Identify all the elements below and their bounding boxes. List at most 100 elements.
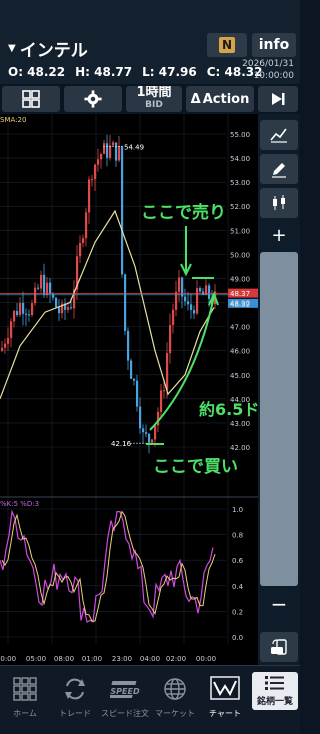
candle-body [193, 310, 196, 314]
low-marker-label: 42.16 [111, 440, 132, 448]
header: ▼ インテル N info 2026/01/31 O: 48.22 H: 48.… [0, 0, 300, 84]
indicator-button[interactable] [260, 120, 298, 150]
candle-body [97, 159, 100, 165]
candle-body [13, 310, 16, 322]
candle-body [37, 287, 40, 289]
chart-icon [210, 676, 240, 700]
candle-body [151, 439, 154, 443]
candle-body [166, 353, 169, 391]
price-tick: 49.00 [230, 275, 250, 283]
candle-type-button[interactable] [260, 188, 298, 218]
candle-body [169, 325, 172, 354]
zoom-out-button[interactable]: − [260, 592, 298, 616]
candle-body [145, 432, 148, 434]
osc-tick: 0.4 [232, 583, 244, 591]
interval-sub: BID [145, 100, 163, 110]
nav-speed[interactable]: SPEED スピード注文 [100, 666, 150, 734]
candle-body [202, 291, 205, 295]
nav-label: トレード [59, 709, 91, 718]
info-button[interactable]: info [252, 33, 296, 57]
candle-body [121, 146, 124, 275]
action-button[interactable]: Δ Action [186, 86, 254, 112]
interval-button[interactable]: 1時間 BID [126, 86, 182, 112]
candle-body [172, 309, 175, 326]
oscillator-label: %K:5 %D:3 [0, 500, 39, 508]
time-tick: 23:00 [112, 655, 132, 663]
gear-icon [84, 90, 102, 108]
symbol-selector[interactable]: ▼ インテル [8, 36, 88, 61]
symbol-title: インテル [19, 41, 88, 61]
interval-label: 1時間 [136, 86, 172, 100]
candle-body [52, 293, 55, 298]
nav-symbol-list[interactable]: 銘柄一覧 [252, 672, 298, 710]
nav-label: マーケット [155, 709, 195, 718]
candle-body [100, 153, 103, 160]
candle-body [58, 307, 61, 314]
candle-body [142, 428, 145, 433]
trade-icon [65, 678, 85, 700]
zoom-in-button[interactable]: + [260, 220, 298, 250]
high-value: H: 48.77 [75, 65, 133, 79]
candle-body [31, 303, 34, 316]
candle-body [46, 282, 49, 296]
nav-home[interactable]: ホーム [0, 666, 50, 734]
candle-body [196, 288, 199, 314]
play-button[interactable] [258, 86, 298, 112]
speed-icon: SPEED [110, 681, 140, 698]
price-tick: 50.00 [230, 251, 250, 259]
time-tick: 08:00 [54, 655, 74, 663]
low-value: L: 47.96 [142, 65, 197, 79]
candle-body [199, 288, 202, 292]
minus-icon: − [270, 592, 288, 616]
news-button[interactable]: N [207, 33, 247, 57]
settings-button[interactable] [64, 86, 122, 112]
candle-body [130, 360, 133, 379]
candle-body [91, 179, 94, 181]
candle-body [178, 277, 181, 292]
nav-market[interactable]: マーケット [150, 666, 200, 734]
candle-body [67, 307, 70, 310]
bottom-navigation: ホーム トレード SPEED スピード注文 マーケット チャート 銘柄一覧 [0, 665, 300, 734]
nav-chart[interactable]: チャート [200, 666, 250, 734]
price-tick: 42.00 [230, 444, 250, 452]
time-label: 10:00:00 [253, 71, 294, 81]
layout-button[interactable] [2, 86, 60, 112]
time-tick: 05:00 [26, 655, 46, 663]
plus-icon: + [271, 224, 287, 246]
price-tick: 54.00 [230, 155, 250, 163]
svg-text:SPEED: SPEED [110, 687, 140, 696]
candle-body [208, 285, 211, 299]
chart-indicator-icon [270, 128, 287, 143]
candle-body [22, 302, 25, 314]
candle-body [103, 143, 106, 154]
chart-area[interactable]: SMA:20 54.49 42.16 48.37 48.32 55.00 54.00 53… [0, 114, 275, 665]
draw-button[interactable] [260, 154, 298, 184]
candle-body [148, 433, 151, 443]
candle-body [79, 243, 82, 257]
list-icon [265, 676, 284, 690]
candle-body [190, 304, 193, 311]
high-marker-label: 54.49 [124, 143, 144, 151]
osc-tick: 0.0 [232, 634, 243, 642]
zoom-scrollbar[interactable] [260, 252, 298, 586]
candle-body [127, 330, 130, 361]
delta-icon: Δ [190, 91, 201, 107]
time-tick: 00:00 [0, 655, 16, 663]
chart-toolbar: 1時間 BID Δ Action [0, 84, 300, 114]
rotate-button[interactable] [260, 632, 298, 662]
nav-trade[interactable]: トレード [50, 666, 100, 734]
price-tick: 46.00 [230, 348, 250, 356]
price-tick: 45.00 [230, 372, 250, 380]
news-icon: N [219, 37, 235, 53]
price-tick: 55.00 [230, 131, 250, 139]
price-chart[interactable]: SMA:20 54.4942.1648.3748.32 55.0054.0053… [0, 114, 275, 665]
candle-body [109, 145, 112, 158]
price-tick: 47.00 [230, 324, 250, 332]
candle-body [7, 337, 10, 344]
candle-body [187, 301, 190, 305]
candle-body [40, 274, 43, 289]
candle-body [118, 146, 121, 161]
candle-body [70, 307, 73, 309]
candle-body [133, 378, 136, 381]
skip-forward-icon [272, 93, 285, 105]
